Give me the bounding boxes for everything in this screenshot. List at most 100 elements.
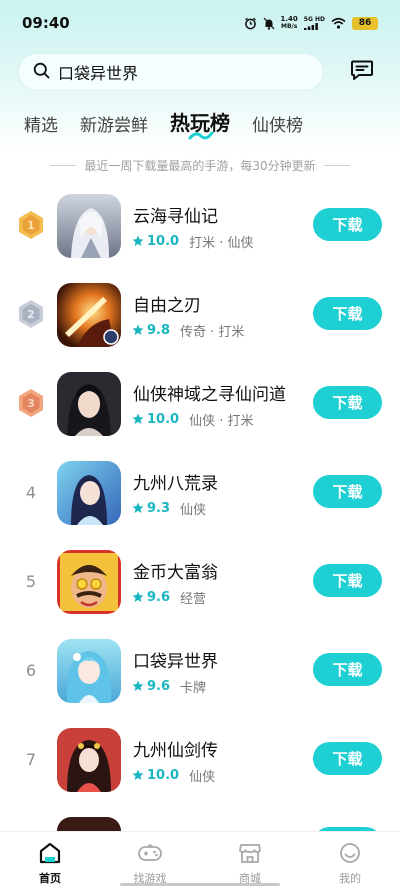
svg-text:1: 1 bbox=[27, 219, 35, 232]
game-tags: 经营 bbox=[180, 592, 207, 607]
game-meta: 10.0 仙侠 · 打米 bbox=[132, 410, 253, 429]
list-item[interactable]: 3 仙侠神域之寻仙问道 10.0 仙侠 · 打米 下载 bbox=[0, 358, 400, 447]
nav-home-label: 首页 bbox=[39, 872, 61, 885]
star-icon bbox=[132, 232, 144, 251]
game-meta: 10.0 打米 · 仙侠 bbox=[132, 232, 253, 251]
download-button[interactable]: 下载 bbox=[313, 653, 382, 686]
alarm-icon bbox=[244, 17, 257, 30]
rank-number-label: 7 bbox=[25, 749, 37, 769]
game-score: 9.3 bbox=[147, 501, 171, 516]
message-button[interactable] bbox=[342, 53, 382, 91]
download-button[interactable]: 下载 bbox=[313, 208, 382, 241]
silver-medal-icon: 2 bbox=[19, 300, 43, 328]
star-icon bbox=[132, 677, 144, 696]
list-item[interactable]: 1 云海寻仙记 10.0 打米 · 仙侠 下载 bbox=[0, 180, 400, 269]
game-icon[interactable] bbox=[57, 461, 121, 525]
star-icon bbox=[132, 499, 144, 518]
game-tags: 打米 · 仙侠 bbox=[189, 236, 254, 251]
list-item[interactable]: 7 九州仙剑传 10.0 仙侠 下载 bbox=[0, 714, 400, 803]
store-icon bbox=[238, 842, 262, 868]
game-name: 九州仙剑传 bbox=[133, 741, 218, 761]
bottom-navigation: 首页 找游戏 商城 我的 bbox=[0, 831, 400, 889]
rank-badge-gold: 1 bbox=[16, 210, 46, 240]
list-item[interactable]: 4 九州八荒录 9.3 仙侠 下载 bbox=[0, 447, 400, 536]
active-tab-indicator bbox=[188, 131, 214, 140]
game-score: 9.6 bbox=[147, 679, 171, 694]
net-speed-value: 1.40 bbox=[280, 15, 298, 23]
game-tags: 仙侠 bbox=[189, 770, 216, 785]
game-icon[interactable] bbox=[57, 283, 121, 347]
download-button[interactable]: 下载 bbox=[313, 564, 382, 597]
star-icon bbox=[132, 410, 144, 429]
search-query: 口袋异世界 bbox=[58, 64, 139, 83]
download-button[interactable]: 下载 bbox=[313, 742, 382, 775]
search-input[interactable]: 口袋异世界 bbox=[18, 53, 324, 91]
nav-profile-label: 我的 bbox=[339, 872, 361, 885]
game-tags: 仙侠 bbox=[180, 503, 207, 518]
list-item[interactable]: 5 金币大富翁 9.6 经营 下载 bbox=[0, 536, 400, 625]
search-icon bbox=[33, 62, 50, 83]
list-item[interactable]: 6 口袋异世界 9.6 卡牌 下载 bbox=[0, 625, 400, 714]
star-icon bbox=[132, 588, 144, 607]
rank-badge-silver: 2 bbox=[16, 299, 46, 329]
tab-featured[interactable]: 精选 bbox=[24, 111, 58, 136]
game-tags: 传奇 · 打米 bbox=[180, 325, 245, 340]
rank-number: 7 bbox=[16, 744, 46, 774]
signal-bars-icon bbox=[303, 23, 318, 30]
rank-number-label: 4 bbox=[25, 482, 37, 502]
ranking-subtitle: 最近一周下载量最高的手游，每30分钟更新 bbox=[84, 158, 316, 173]
game-score: 9.6 bbox=[147, 590, 171, 605]
nav-find-games[interactable]: 找游戏 bbox=[110, 842, 190, 886]
tab-new-games[interactable]: 新游尝鲜 bbox=[80, 111, 148, 136]
divider-right bbox=[323, 164, 350, 166]
category-tabs: 精选 新游尝鲜 热玩榜 仙侠榜 bbox=[24, 106, 303, 140]
game-icon[interactable] bbox=[57, 194, 121, 258]
rank-badge-bronze: 3 bbox=[16, 388, 46, 418]
wifi-icon bbox=[331, 17, 346, 29]
search-row: 口袋异世界 bbox=[18, 53, 382, 91]
game-name: 自由之刃 bbox=[133, 296, 201, 316]
star-icon bbox=[132, 321, 144, 340]
net-speed: 1.40 MB/s bbox=[280, 15, 298, 31]
game-meta: 9.8 传奇 · 打米 bbox=[132, 321, 244, 340]
nav-store[interactable]: 商城 bbox=[210, 842, 290, 886]
tab-xianxia-ranking[interactable]: 仙侠榜 bbox=[252, 111, 303, 136]
game-icon[interactable] bbox=[57, 550, 121, 614]
rank-number: 4 bbox=[16, 477, 46, 507]
divider-left bbox=[50, 164, 77, 166]
nav-home[interactable]: 首页 bbox=[10, 842, 90, 886]
status-bar: 09:40 1.40 MB/s 5G HD 86 bbox=[0, 0, 400, 46]
game-icon[interactable] bbox=[57, 639, 121, 703]
game-name: 仙侠神域之寻仙问道 bbox=[133, 385, 286, 405]
game-icon[interactable] bbox=[57, 728, 121, 792]
download-button[interactable]: 下载 bbox=[313, 297, 382, 330]
game-icon[interactable] bbox=[57, 372, 121, 436]
download-button[interactable]: 下载 bbox=[313, 475, 382, 508]
tab-hot-ranking[interactable]: 热玩榜 bbox=[170, 107, 230, 140]
list-item[interactable]: 2 自由之刃 9.8 传奇 · 打米 下载 bbox=[0, 269, 400, 358]
status-time: 09:40 bbox=[22, 14, 70, 32]
svg-text:3: 3 bbox=[27, 397, 35, 410]
svg-text:2: 2 bbox=[27, 308, 35, 321]
game-name: 云海寻仙记 bbox=[133, 207, 218, 227]
game-score: 10.0 bbox=[147, 412, 180, 427]
game-name: 金币大富翁 bbox=[133, 563, 218, 583]
gold-medal-icon: 1 bbox=[19, 211, 43, 239]
network-type: 5G HD bbox=[303, 16, 325, 23]
ranking-description: 最近一周下载量最高的手游，每30分钟更新 bbox=[40, 156, 360, 174]
system-home-indicator[interactable] bbox=[120, 883, 280, 886]
download-button[interactable]: 下载 bbox=[313, 386, 382, 419]
battery-indicator: 86 bbox=[352, 16, 378, 30]
game-name: 九州八荒录 bbox=[133, 474, 218, 494]
net-speed-unit: MB/s bbox=[281, 23, 298, 30]
rank-number-label: 6 bbox=[25, 660, 37, 680]
rank-number: 6 bbox=[16, 655, 46, 685]
game-tags: 仙侠 · 打米 bbox=[189, 414, 254, 429]
signal-indicator: 5G HD bbox=[303, 16, 325, 30]
status-icons: 1.40 MB/s 5G HD 86 bbox=[244, 16, 378, 30]
mute-bell-icon bbox=[263, 17, 275, 30]
game-score: 10.0 bbox=[147, 234, 180, 249]
nav-profile[interactable]: 我的 bbox=[310, 842, 390, 886]
bronze-medal-icon: 3 bbox=[19, 389, 43, 417]
rank-number: 5 bbox=[16, 566, 46, 596]
